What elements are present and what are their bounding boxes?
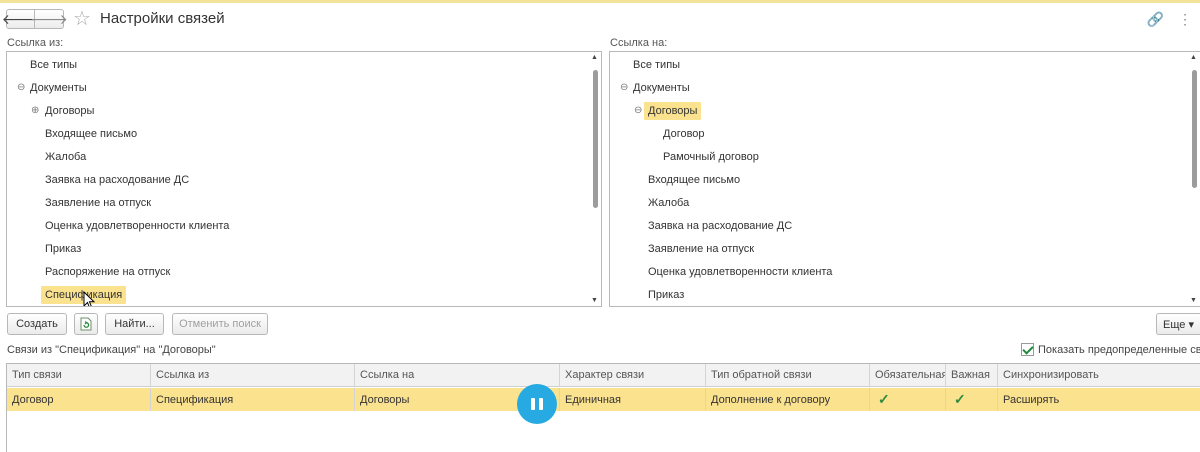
links-table[interactable]: Тип связи Ссылка из Ссылка на Характер с… xyxy=(6,363,1200,452)
tree-item-label: Документы xyxy=(30,81,87,94)
tree-item[interactable]: Оценка удовлетворенности клиента xyxy=(610,260,1188,283)
tree-item[interactable]: Рамочный договор xyxy=(610,145,1188,168)
tree-item[interactable]: ⊕ Договоры xyxy=(7,99,589,122)
tree-item[interactable]: Входящее письмо xyxy=(610,168,1188,191)
link-to-tree[interactable]: Все типы ⊖ Документы ⊖ Договоры Договор Ра… xyxy=(609,51,1200,307)
cancel-search-button[interactable]: Отменить поиск xyxy=(172,313,268,335)
right-pane-label: Ссылка на: xyxy=(610,37,668,49)
cell-from: Спецификация xyxy=(151,388,355,411)
pause-icon xyxy=(539,398,543,410)
tree-item-label: Приказ xyxy=(45,242,82,255)
show-predefined-label[interactable]: Показать предопределенные связи xyxy=(1038,344,1200,356)
tree-item[interactable]: Приказ xyxy=(610,283,1188,306)
window-title: Настройки связей xyxy=(100,10,225,27)
more-vertical-icon[interactable]: ⋮ xyxy=(1178,11,1192,28)
arrow-right-icon: 🡒 xyxy=(30,10,68,27)
create-button[interactable]: Создать xyxy=(7,313,67,335)
tree-item-label: Все типы xyxy=(30,58,78,71)
pause-button[interactable] xyxy=(517,384,557,424)
tree-item-label: Распоряжение на отпуск xyxy=(45,265,171,278)
tree-item[interactable]: Договор xyxy=(610,122,1188,145)
refresh-button[interactable] xyxy=(74,313,98,335)
scroll-up-icon[interactable]: ▲ xyxy=(1190,54,1197,61)
tree-item-label: Договоры xyxy=(644,101,702,120)
tree-item[interactable]: ⊖ Документы xyxy=(610,76,1188,99)
scroll-down-icon[interactable]: ▼ xyxy=(1190,297,1197,304)
tree-item-label: Заявка на расходование ДС xyxy=(648,219,793,232)
tree-item[interactable]: Все типы xyxy=(7,53,589,76)
tree-item[interactable]: ⊖ Документы xyxy=(7,76,589,99)
tree-item-label: Оценка удовлетворенности клиента xyxy=(648,265,833,278)
tree-item[interactable]: Приказ xyxy=(7,237,589,260)
favorite-star-icon[interactable]: ☆ xyxy=(73,7,91,31)
tree-item-label: Все типы xyxy=(633,58,681,71)
tree-item-label: Входящее письмо xyxy=(45,127,138,140)
tree-item[interactable]: Заявка на расходование ДС xyxy=(7,168,589,191)
right-tree-scrollbar[interactable]: ▲ ▼ xyxy=(1189,52,1200,306)
tree-item[interactable]: Распоряжение на отпуск xyxy=(7,260,589,283)
tree-item-selected[interactable]: ⊖ Договоры xyxy=(610,99,1188,122)
cell-type: Договор xyxy=(7,388,151,411)
tree-item-label: Договор xyxy=(663,127,705,140)
checkmark-icon: ✓ xyxy=(954,391,966,407)
collapse-icon[interactable]: ⊖ xyxy=(620,82,628,93)
refresh-document-icon xyxy=(80,317,92,331)
links-caption: Связи из "Спецификация" на "Договоры" xyxy=(7,344,216,356)
checkmark-icon: ✓ xyxy=(878,391,890,407)
tree-item[interactable]: Оценка удовлетворенности клиента xyxy=(7,214,589,237)
cell-important: ✓ xyxy=(946,388,998,411)
tree-item[interactable]: Заявление на отпуск xyxy=(7,191,589,214)
tree-item[interactable]: Заявка на расходование ДС xyxy=(610,214,1188,237)
scroll-up-icon[interactable]: ▲ xyxy=(591,54,598,61)
tree-item-label: Входящее письмо xyxy=(648,173,741,186)
cell-sync: Расширять xyxy=(998,388,1200,411)
tree-item-label: Рамочный договор xyxy=(663,150,759,163)
top-accent-line xyxy=(0,0,1200,3)
column-header-mandatory[interactable]: Обязательная xyxy=(870,364,946,386)
tree-item[interactable]: Входящее письмо xyxy=(7,122,589,145)
tree-item[interactable]: Заявление на отпуск xyxy=(610,237,1188,260)
tree-item-label: Жалоба xyxy=(45,150,87,163)
collapse-icon[interactable]: ⊖ xyxy=(17,82,25,93)
tree-item[interactable]: Все типы xyxy=(610,53,1188,76)
mouse-cursor-icon xyxy=(83,291,96,306)
show-predefined-checkbox[interactable] xyxy=(1021,343,1034,356)
column-header-from[interactable]: Ссылка из xyxy=(151,364,355,386)
scroll-thumb[interactable] xyxy=(1192,70,1197,188)
table-row[interactable]: Договор Спецификация Договоры Единичная … xyxy=(7,388,1200,411)
column-header-reverse-type[interactable]: Тип обратной связи xyxy=(706,364,870,386)
column-header-important[interactable]: Важная xyxy=(946,364,998,386)
more-button[interactable]: Еще ▾ xyxy=(1156,313,1200,335)
left-tree-scrollbar[interactable]: ▲ ▼ xyxy=(590,52,601,306)
column-header-character[interactable]: Характер связи xyxy=(560,364,706,386)
collapse-icon[interactable]: ⊖ xyxy=(634,105,642,116)
cell-reverse-type: Дополнение к договору xyxy=(706,388,870,411)
tree-item-label: Договоры xyxy=(45,104,95,117)
find-button[interactable]: Найти... xyxy=(105,313,164,335)
pause-icon xyxy=(531,398,535,410)
scroll-down-icon[interactable]: ▼ xyxy=(591,297,598,304)
left-pane-label: Ссылка из: xyxy=(7,37,64,49)
tree-item[interactable]: Жалоба xyxy=(7,145,589,168)
tree-item-label: Документы xyxy=(633,81,690,94)
tree-item-label: Оценка удовлетворенности клиента xyxy=(45,219,230,232)
column-header-sync[interactable]: Синхронизировать xyxy=(998,364,1200,386)
table-header: Тип связи Ссылка из Ссылка на Характер с… xyxy=(7,364,1200,387)
scroll-thumb[interactable] xyxy=(593,70,598,208)
expand-icon[interactable]: ⊕ xyxy=(31,105,39,116)
tree-item-label: Заявление на отпуск xyxy=(648,242,755,255)
cell-mandatory: ✓ xyxy=(870,388,946,411)
column-header-type[interactable]: Тип связи xyxy=(7,364,151,386)
tree-item-label: Жалоба xyxy=(648,196,690,209)
tree-item[interactable]: Жалоба xyxy=(610,191,1188,214)
column-header-to[interactable]: Ссылка на xyxy=(355,364,560,386)
tree-item-label: Приказ xyxy=(648,288,685,301)
link-from-tree[interactable]: Все типы ⊖ Документы ⊕ Договоры Входящее п… xyxy=(6,51,602,307)
cell-character: Единичная xyxy=(560,388,706,411)
tree-item-label: Заявка на расходование ДС xyxy=(45,173,190,186)
link-icon[interactable]: 🔗 xyxy=(1147,11,1164,28)
tree-item-label: Заявление на отпуск xyxy=(45,196,152,209)
forward-button[interactable]: 🡒 xyxy=(30,9,68,29)
